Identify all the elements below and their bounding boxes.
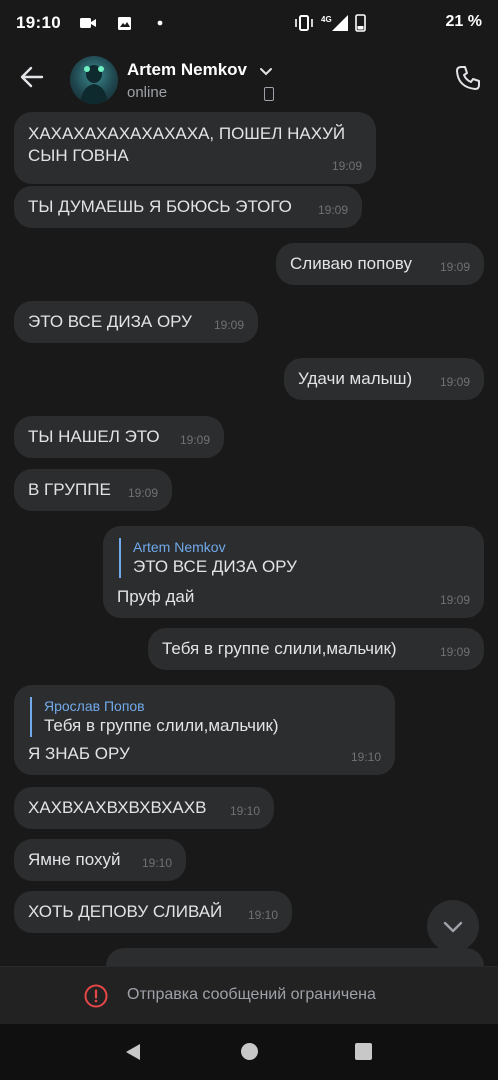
message-time: 19:09 — [439, 645, 470, 659]
message-time: 19:09 — [439, 260, 470, 274]
message-time: 19:10 — [229, 804, 260, 818]
message-outgoing-reply[interactable]: Artem Nemkov ЭТО ВСЕ ДИЗА ОРУ Пруф дай 1… — [103, 526, 484, 618]
reply-quote[interactable]: Ярослав Попов Тебя в группе слили,мальчи… — [30, 697, 279, 737]
message-time: 19:09 — [179, 433, 210, 447]
message-text: Тебя в группе слили,мальчик) — [162, 639, 397, 658]
message-incoming[interactable]: ХАХАХАХАХАХАХАХА, ПОШЕЛ НАХУЙ СЫН ГОВНА … — [14, 112, 376, 184]
system-nav-bar — [0, 1024, 498, 1080]
nav-home-icon[interactable] — [241, 1043, 258, 1060]
dot-icon — [157, 20, 163, 26]
status-bar: 19:10 4G 21 % — [0, 0, 498, 46]
signal-icon — [332, 15, 348, 31]
mobile-device-icon — [264, 87, 274, 101]
restricted-notice-bar: Отправка сообщений ограничена — [0, 966, 498, 1024]
battery-percent: 21 % — [445, 13, 482, 30]
message-incoming[interactable]: В ГРУППЕ 19:09 — [14, 469, 172, 511]
restricted-notice-text: Отправка сообщений ограничена — [127, 986, 376, 1003]
message-incoming[interactable]: ХАХВХАХВХВХВХАХВ 19:10 — [14, 787, 274, 829]
arrow-left-icon[interactable] — [18, 63, 46, 91]
warning-icon — [84, 984, 108, 1008]
message-incoming[interactable]: ТЫ НАШЕЛ ЭТО 19:09 — [14, 416, 224, 458]
message-time: 19:10 — [350, 750, 381, 764]
battery-icon — [355, 14, 366, 32]
message-time: 19:09 — [331, 159, 362, 173]
network-type-label: 4G — [321, 15, 332, 24]
system-icons: 4G — [295, 14, 366, 32]
reply-quote[interactable]: Artem Nemkov ЭТО ВСЕ ДИЗА ОРУ — [119, 538, 297, 578]
message-text: Я ЗНАБ ОРУ — [28, 744, 130, 763]
message-incoming-reply[interactable]: Ярослав Попов Тебя в группе слили,мальчи… — [14, 685, 395, 775]
message-time: 19:10 — [247, 908, 278, 922]
message-text: Ямне похуй — [28, 850, 121, 869]
contact-status: online — [127, 84, 168, 101]
message-time: 19:09 — [127, 486, 158, 500]
chat-header: Artem Nemkov online — [0, 46, 498, 108]
message-text: Сливаю попову — [290, 254, 412, 273]
phone-icon[interactable] — [454, 64, 482, 92]
message-time: 19:09 — [439, 375, 470, 389]
vibrate-icon — [295, 15, 313, 31]
message-incoming[interactable]: Ямне похуй 19:10 — [14, 839, 186, 881]
message-time: 19:10 — [141, 856, 172, 870]
message-text: В ГРУППЕ — [28, 480, 111, 499]
contact-name[interactable]: Artem Nemkov — [127, 60, 247, 80]
message-incoming[interactable]: ЭТО ВСЕ ДИЗА ОРУ 19:09 — [14, 301, 258, 343]
message-time: 19:09 — [213, 318, 244, 332]
message-incoming[interactable]: ТЫ ДУМАЕШЬ Я БОЮСЬ ЭТОГО 19:09 — [14, 186, 362, 228]
avatar-icon — [80, 65, 108, 104]
chevron-down-icon — [443, 921, 463, 933]
status-time: 19:10 — [16, 13, 61, 32]
message-text: ХОТЬ ДЕПОВУ СЛИВАЙ — [28, 902, 223, 921]
reply-author: Artem Nemkov — [133, 539, 226, 555]
image-icon — [118, 17, 131, 30]
message-time: 19:09 — [317, 203, 348, 217]
video-camera-icon — [80, 18, 96, 28]
message-outgoing[interactable]: Тебя в группе слили,мальчик) 19:09 — [148, 628, 484, 670]
message-text: Удачи малыш) — [298, 369, 413, 388]
message-text: Пруф дай — [117, 587, 195, 606]
message-text: ТЫ ДУМАЕШЬ Я БОЮСЬ ЭТОГО — [28, 197, 292, 216]
scroll-down-button[interactable] — [427, 900, 479, 952]
message-time: 19:09 — [439, 593, 470, 607]
message-outgoing[interactable]: Сливаю попову 19:09 — [276, 243, 484, 285]
message-text: ХАХАХАХАХАХАХАХА, ПОШЕЛ НАХУЙ СЫН ГОВНА — [28, 124, 346, 165]
nav-recents-icon[interactable] — [355, 1043, 372, 1060]
reply-text: Тебя в группе слили,мальчик) — [44, 716, 279, 735]
chevron-down-icon[interactable] — [258, 66, 274, 78]
notification-icons — [80, 17, 163, 30]
nav-back-icon[interactable] — [124, 1043, 142, 1061]
message-list[interactable]: ХАХАХАХАХАХАХАХА, ПОШЕЛ НАХУЙ СЫН ГОВНА … — [0, 108, 498, 966]
message-text: ХАХВХАХВХВХВХАХВ — [28, 798, 207, 817]
message-incoming[interactable]: ХОТЬ ДЕПОВУ СЛИВАЙ 19:10 — [14, 891, 292, 933]
message-text: ТЫ НАШЕЛ ЭТО — [28, 427, 160, 446]
message-text: ЭТО ВСЕ ДИЗА ОРУ — [28, 312, 192, 331]
message-outgoing[interactable]: Удачи малыш) 19:09 — [284, 358, 484, 400]
avatar[interactable] — [70, 56, 118, 104]
reply-author: Ярослав Попов — [44, 698, 145, 714]
reply-text: ЭТО ВСЕ ДИЗА ОРУ — [133, 557, 297, 576]
